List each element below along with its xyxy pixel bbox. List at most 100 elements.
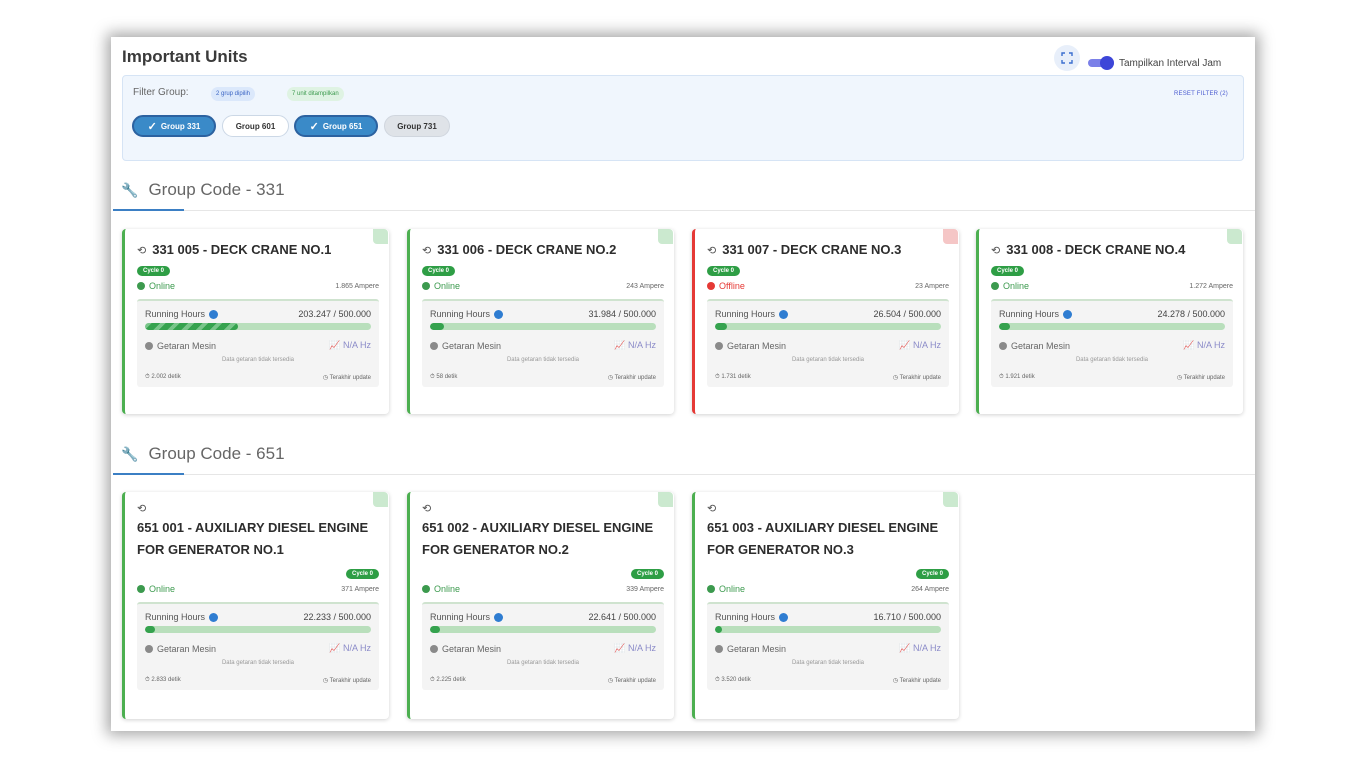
unit-card[interactable]: ⟲ 331 006 - DECK CRANE NO.2 Cycle 0 Onli… <box>407 229 674 414</box>
info-icon[interactable] <box>494 613 504 623</box>
status-corner <box>1227 229 1242 244</box>
unit-metrics: Running Hours 26.504 / 500.000 Getaran M… <box>707 299 949 388</box>
history-icon: ⟲ <box>707 244 717 257</box>
chart-icon: 📈 <box>329 643 341 654</box>
unit-name: 651 001 - AUXILIARY DIESEL ENGINE FOR GE… <box>137 520 369 557</box>
info-icon[interactable] <box>209 310 219 320</box>
current-value: 1.865 Ampere <box>335 282 379 290</box>
timer-icon: ⏱ <box>715 677 720 684</box>
status-indicator: Online <box>137 584 175 594</box>
clock-icon: ◷ <box>892 678 899 685</box>
current-value: 371 Ampere <box>341 585 379 593</box>
vibration-label: Getaran Mesin <box>727 643 787 654</box>
unit-name: 331 005 - DECK CRANE NO.1 <box>152 242 332 257</box>
running-hours-label: Running Hours <box>430 309 491 319</box>
cycle-badge: Cycle 0 <box>707 266 741 276</box>
vibration-label: Getaran Mesin <box>442 643 502 654</box>
timer-icon: ⏱ <box>715 374 720 381</box>
running-hours-fill <box>430 323 445 331</box>
check-icon: ✓ <box>309 120 319 133</box>
history-icon: ⟲ <box>707 503 717 515</box>
seconds-value: 2.833 detik <box>151 677 181 684</box>
unit-card[interactable]: ⟲ 651 002 - AUXILIARY DIESEL ENGINE FOR … <box>407 492 674 719</box>
wrench-icon: 🔧 <box>121 181 139 198</box>
chart-icon: 📈 <box>899 340 911 351</box>
current-value: 1.272 Ampere <box>1189 282 1233 290</box>
running-hours-bar <box>999 323 1225 331</box>
group-chip-331[interactable]: ✓ Group 331 <box>132 115 216 137</box>
vibration-value: N/A Hz <box>342 340 371 351</box>
running-hours-bar <box>430 626 656 634</box>
group-divider <box>113 473 1255 475</box>
status-text: Online <box>434 584 461 594</box>
wrench-icon: 🔧 <box>121 445 139 462</box>
interval-toggle[interactable] <box>1088 56 1114 70</box>
vibration-note: Data getaran tidak tersedia <box>791 660 865 667</box>
seconds-value: 3.520 detik <box>721 677 751 684</box>
info-icon[interactable] <box>779 310 789 320</box>
vibration-note: Data getaran tidak tersedia <box>1075 357 1149 364</box>
unit-card[interactable]: ⟲ 331 007 - DECK CRANE NO.3 Cycle 0 Offl… <box>692 229 959 414</box>
unit-card[interactable]: ⟲ 331 005 - DECK CRANE NO.1 Cycle 0 Onli… <box>122 229 389 414</box>
timer-icon: ⏱ <box>999 374 1004 381</box>
last-update-label: Terakhir update <box>1183 375 1225 382</box>
group-chip-label: Group 731 <box>397 121 437 131</box>
status-corner <box>373 229 388 244</box>
vibration-note: Data getaran tidak tersedia <box>791 357 865 364</box>
group-chip-651[interactable]: ✓ Group 651 <box>294 115 378 137</box>
group-header-651: 🔧 Group Code - 651 <box>121 444 285 464</box>
vibration-note: Data getaran tidak tersedia <box>221 357 295 364</box>
status-text: Offline <box>719 281 745 291</box>
chart-icon: 📈 <box>899 643 911 654</box>
status-text: Online <box>149 281 176 291</box>
status-dot <box>991 282 999 290</box>
status-indicator: Online <box>707 584 745 594</box>
group-chip-731[interactable]: Group 731 <box>384 115 450 137</box>
vibration-dot-icon <box>145 341 153 350</box>
reset-filter-button[interactable]: RESET FILTER (2) <box>1174 91 1228 97</box>
group-header-331: 🔧 Group Code - 331 <box>121 180 285 200</box>
info-icon[interactable] <box>494 310 504 320</box>
vibration-value: N/A Hz <box>342 643 371 654</box>
info-icon[interactable] <box>209 613 219 623</box>
status-dot <box>422 585 430 593</box>
chart-icon: 📈 <box>1183 340 1195 351</box>
running-hours-value: 22.641 / 500.000 <box>588 612 656 623</box>
unit-metrics: Running Hours 31.984 / 500.000 Getaran M… <box>422 299 664 388</box>
toggle-knob <box>1100 56 1114 70</box>
vibration-dot-icon <box>145 644 153 653</box>
history-icon: ⟲ <box>991 244 1001 257</box>
last-update-label: Terakhir update <box>614 678 656 685</box>
clock-icon: ◷ <box>322 678 329 685</box>
clock-icon: ◷ <box>322 375 329 382</box>
current-value: 339 Ampere <box>626 585 664 593</box>
group-chip-label: Group 651 <box>322 121 363 131</box>
group-chip-601[interactable]: Group 601 <box>222 115 289 137</box>
history-icon: ⟲ <box>422 503 432 515</box>
info-icon[interactable] <box>779 613 789 623</box>
running-hours-bar <box>145 626 371 634</box>
status-corner <box>943 492 958 507</box>
fullscreen-button[interactable] <box>1054 45 1080 71</box>
seconds-value: 2.002 detik <box>151 374 181 381</box>
unit-card[interactable]: ⟲ 331 008 - DECK CRANE NO.4 Cycle 0 Onli… <box>976 229 1243 414</box>
running-hours-label: Running Hours <box>430 612 491 622</box>
running-hours-value: 24.278 / 500.000 <box>1157 309 1225 320</box>
running-hours-label: Running Hours <box>145 309 206 319</box>
running-hours-label: Running Hours <box>145 612 206 622</box>
last-update-label: Terakhir update <box>614 375 656 382</box>
unit-card[interactable]: ⟲ 651 001 - AUXILIARY DIESEL ENGINE FOR … <box>122 492 389 719</box>
running-hours-bar <box>430 323 656 331</box>
current-value: 23 Ampere <box>915 282 949 290</box>
running-hours-value: 22.233 / 500.000 <box>303 612 371 623</box>
info-icon[interactable] <box>1063 310 1073 320</box>
status-dot <box>137 585 145 593</box>
timer-icon: ⏱ <box>145 374 150 381</box>
cycle-badge: Cycle 0 <box>630 569 664 579</box>
status-dot <box>707 585 715 593</box>
unit-card[interactable]: ⟲ 651 003 - AUXILIARY DIESEL ENGINE FOR … <box>692 492 959 719</box>
seconds-value: 2.225 detik <box>436 677 466 684</box>
status-indicator: Online <box>422 584 460 594</box>
status-corner <box>658 229 673 244</box>
status-corner <box>658 492 673 507</box>
